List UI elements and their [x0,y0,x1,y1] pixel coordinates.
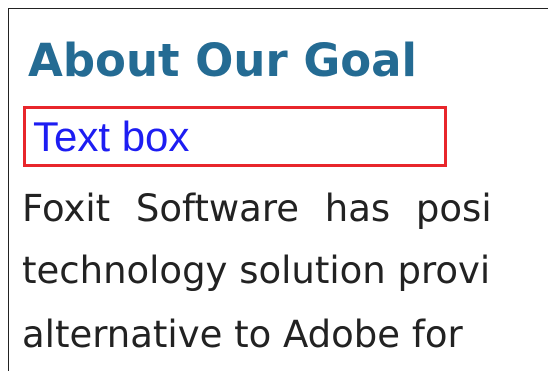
text-box-label: Text box [33,113,190,160]
paragraph-line: Foxit Software has posi [22,187,492,230]
text-box-field[interactable]: Text box [23,106,447,167]
page-border-top [8,8,548,9]
paragraph-line: technology solution provi [22,249,491,292]
document-page: About Our Goal Text box Foxit Software h… [0,0,548,371]
page-border-left [8,8,9,371]
page-title: About Our Goal [28,34,417,87]
paragraph-line: alternative to Adobe for [22,313,463,356]
